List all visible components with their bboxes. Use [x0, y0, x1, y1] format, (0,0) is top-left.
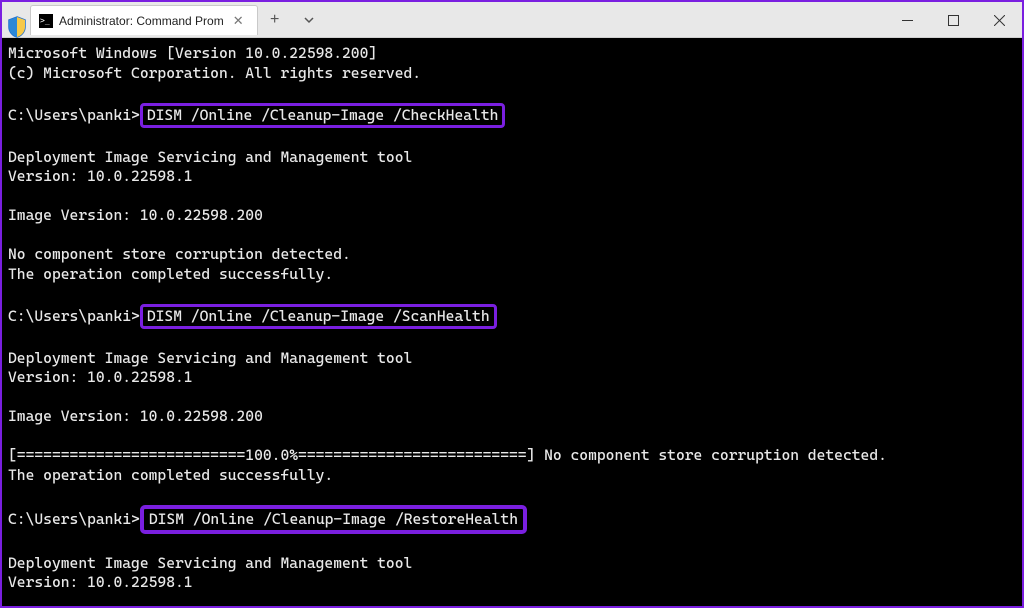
window-controls	[884, 2, 1022, 37]
maximize-button[interactable]	[930, 2, 976, 38]
line-tool: Deployment Image Servicing and Managemen…	[8, 148, 412, 166]
tab-title: Administrator: Command Prom	[59, 14, 224, 28]
line-version: Version: 10.0.22598.1	[8, 167, 193, 185]
close-button[interactable]	[976, 2, 1022, 38]
line-copyright: (c) Microsoft Corporation. All rights re…	[8, 64, 421, 82]
security-shield-icon	[7, 16, 27, 43]
line-winver: Microsoft Windows [Version 10.0.22598.20…	[8, 44, 377, 62]
line-opdone: The operation completed successfully.	[8, 466, 333, 484]
cmd-checkhealth: DISM /Online /Cleanup-Image /CheckHealth	[140, 103, 506, 129]
line-image-version: Image Version: 10.0.22598.200	[8, 407, 263, 425]
line-progress-scan: [==========================100.0%=======…	[8, 446, 887, 464]
cmd-scanhealth: DISM /Online /Cleanup-Image /ScanHealth	[140, 304, 497, 330]
line-tool: Deployment Image Servicing and Managemen…	[8, 349, 412, 367]
line-tool: Deployment Image Servicing and Managemen…	[8, 554, 412, 572]
line-version: Version: 10.0.22598.1	[8, 368, 193, 386]
new-tab-button[interactable]: +	[258, 2, 292, 38]
minimize-button[interactable]	[884, 2, 930, 38]
prompt: C:\Users\panki>	[8, 510, 140, 528]
tab-close-button[interactable]: ✕	[230, 13, 247, 29]
line-version: Version: 10.0.22598.1	[8, 573, 193, 591]
line-image-version: Image Version: 10.0.22598.200	[8, 206, 263, 224]
line-opdone: The operation completed successfully.	[8, 265, 333, 283]
prompt: C:\Users\panki>	[8, 106, 140, 124]
tabbar-controls: +	[258, 2, 326, 37]
terminal-output[interactable]: Microsoft Windows [Version 10.0.22598.20…	[2, 38, 1022, 606]
line-nocorrupt: No component store corruption detected.	[8, 245, 351, 263]
tab-active[interactable]: Administrator: Command Prom ✕	[30, 5, 258, 35]
cmd-restorehealth: DISM /Online /Cleanup-Image /RestoreHeal…	[140, 505, 527, 535]
tab-dropdown-button[interactable]	[292, 2, 326, 38]
titlebar-drag-area[interactable]	[326, 2, 884, 37]
titlebar[interactable]: Administrator: Command Prom ✕ +	[2, 2, 1022, 38]
cmd-icon	[39, 14, 53, 28]
window-frame: Administrator: Command Prom ✕ + Microsof…	[0, 0, 1024, 608]
prompt: C:\Users\panki>	[8, 307, 140, 325]
